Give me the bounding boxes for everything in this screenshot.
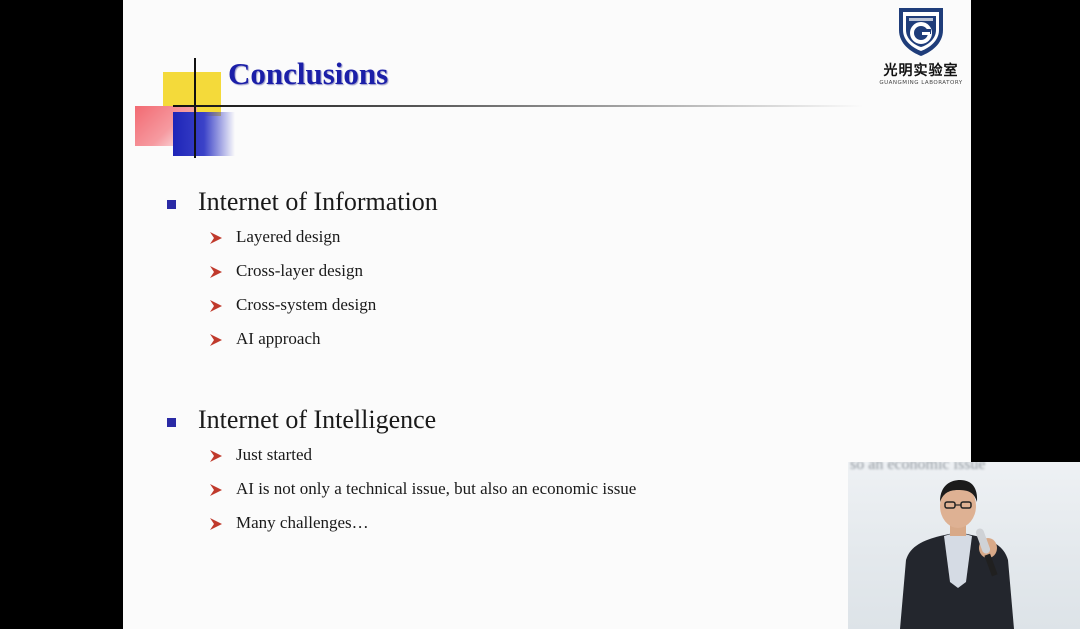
list-item-text: Layered design bbox=[236, 227, 341, 246]
slide: Conclusions 光明实验室 GUANGMING LABORATORY I… bbox=[123, 0, 971, 629]
arrow-bullet-icon bbox=[210, 231, 222, 244]
list-item-text: Cross-layer design bbox=[236, 261, 364, 280]
list-item: AI is not only a technical issue, but al… bbox=[167, 472, 636, 506]
list-item-text: AI approach bbox=[236, 329, 321, 348]
list-item: Many challenges… bbox=[167, 506, 636, 540]
list-item-text: Just started bbox=[236, 445, 313, 464]
section-heading-row: Internet of Intelligence bbox=[167, 402, 636, 438]
section-internet-of-information: Internet of Information Layered design C… bbox=[167, 184, 438, 356]
list-item: Just started bbox=[167, 438, 636, 472]
presentation-frame: Conclusions 光明实验室 GUANGMING LABORATORY I… bbox=[0, 0, 1080, 629]
list-item: Layered design bbox=[167, 220, 438, 254]
shield-logo-icon bbox=[899, 8, 943, 56]
section-heading-row: Internet of Information bbox=[167, 184, 438, 220]
decor-blue-square bbox=[173, 112, 235, 156]
arrow-bullet-icon bbox=[210, 449, 222, 462]
section-internet-of-intelligence: Internet of Intelligence Just started AI… bbox=[167, 402, 636, 540]
decor-horizontal-line bbox=[173, 105, 863, 107]
decor-vertical-line bbox=[194, 58, 196, 158]
section-heading: Internet of Intelligence bbox=[198, 405, 437, 434]
list-item: Cross-system design bbox=[167, 288, 438, 322]
slide-title: Conclusions bbox=[228, 56, 389, 91]
arrow-bullet-icon bbox=[210, 299, 222, 312]
list-item-text: Many challenges… bbox=[236, 513, 369, 532]
logo-english-name: GUANGMING LABORATORY bbox=[879, 80, 963, 86]
guangming-logo: 光明实验室 GUANGMING LABORATORY bbox=[873, 4, 969, 94]
arrow-bullet-icon bbox=[210, 265, 222, 278]
arrow-bullet-icon bbox=[210, 483, 222, 496]
speaker-figure bbox=[900, 480, 1014, 629]
list-item: Cross-layer design bbox=[167, 254, 438, 288]
sub-bullet-list: Just started AI is not only a technical … bbox=[167, 438, 636, 540]
sub-bullet-list: Layered design Cross-layer design Cross-… bbox=[167, 220, 438, 356]
section-heading: Internet of Information bbox=[198, 187, 438, 216]
list-item-text: AI is not only a technical issue, but al… bbox=[236, 479, 637, 498]
square-bullet-icon bbox=[167, 417, 176, 427]
list-item-text: Cross-system design bbox=[236, 295, 377, 314]
list-item: AI approach bbox=[167, 322, 438, 356]
arrow-bullet-icon bbox=[210, 517, 222, 530]
arrow-bullet-icon bbox=[210, 333, 222, 346]
square-bullet-icon bbox=[167, 199, 176, 209]
speaker-video-overlay: so an economic issue bbox=[848, 462, 1080, 629]
logo-chinese-name: 光明实验室 bbox=[883, 63, 959, 79]
